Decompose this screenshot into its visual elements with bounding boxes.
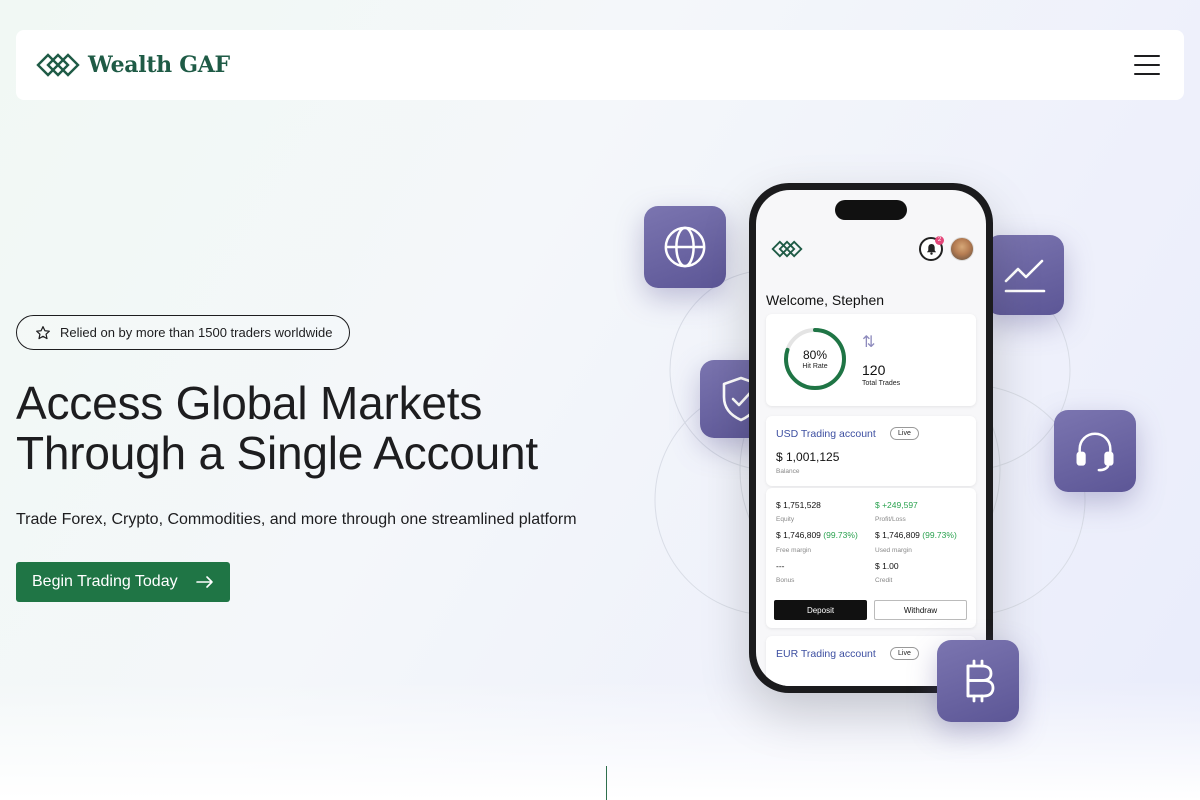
brand-name: Wealth GAF: [88, 52, 230, 78]
arrow-right-icon: [196, 576, 213, 588]
bitcoin-icon: [966, 659, 995, 703]
app-logo-icon: [771, 240, 803, 258]
balance-value: $ 1,001,125: [776, 450, 840, 464]
globe-icon: [664, 226, 706, 268]
usd-account-card[interactable]: USD Trading account Live $ 1,001,125 Bal…: [766, 416, 976, 486]
free-margin-amount: $ 1,746,809: [776, 530, 821, 540]
page-bottom-fade: [0, 680, 1200, 800]
top-navbar: Wealth GAF: [16, 30, 1184, 100]
free-margin-pct: (99.73%): [823, 530, 858, 540]
phone-mockup: 2 Welcome, Stephen 80% Hit Rate ⇅ 120 To…: [749, 183, 993, 693]
equity-label: Equity: [776, 516, 795, 523]
dynamic-island: [835, 200, 907, 220]
begin-trading-button[interactable]: Begin Trading Today: [16, 562, 230, 602]
withdraw-button[interactable]: Withdraw: [874, 600, 967, 620]
hamburger-menu-icon[interactable]: [1134, 55, 1160, 75]
profit-loss-label: Profit/Loss: [875, 516, 906, 523]
usd-live-badge: Live: [890, 427, 919, 440]
globe-tile: [644, 206, 726, 288]
app-header: 2: [771, 234, 974, 264]
total-trades-label: Total Trades: [862, 380, 901, 387]
hit-rate-value: 80%: [802, 348, 828, 362]
credit-value: $ 1.00: [875, 561, 899, 571]
balance-label: Balance: [776, 468, 800, 475]
star-icon: [36, 325, 50, 339]
chart-tile: [986, 235, 1064, 315]
equity-value: $ 1,751,528: [776, 500, 821, 510]
used-margin-pct: (99.73%): [922, 530, 957, 540]
trust-badge-text: Relied on by more than 1500 traders worl…: [60, 325, 333, 340]
account-details-card: $ 1,751,528 Equity $ +249,597 Profit/Los…: [766, 488, 976, 628]
hero-headline: Access Global Markets Through a Single A…: [16, 378, 616, 478]
notification-bell-icon[interactable]: 2: [919, 236, 944, 261]
eur-account-title: EUR Trading account: [776, 648, 876, 660]
used-margin-label: Used margin: [875, 547, 912, 554]
bitcoin-tile: [937, 640, 1019, 722]
welcome-text: Welcome, Stephen: [766, 292, 885, 308]
swap-arrows-icon: ⇅: [862, 334, 876, 351]
scroll-indicator-line: [606, 766, 607, 800]
profit-loss-value: $ +249,597: [875, 500, 918, 510]
hero-subline: Trade Forex, Crypto, Commodities, and mo…: [16, 511, 577, 528]
deposit-button[interactable]: Deposit: [774, 600, 867, 620]
free-margin-label: Free margin: [776, 547, 812, 554]
wealthgaf-logo-icon: [36, 53, 80, 77]
trend-chart-icon: [1004, 259, 1046, 293]
bonus-label: Bonus: [776, 577, 795, 584]
phone-screen: 2 Welcome, Stephen 80% Hit Rate ⇅ 120 To…: [756, 190, 986, 686]
hero-headline-line1: Access Global Markets: [16, 377, 483, 429]
total-trades-value: 120: [862, 362, 886, 378]
begin-trading-label: Begin Trading Today: [32, 573, 178, 590]
free-margin-value: $ 1,746,809 (99.73%): [776, 530, 858, 540]
credit-label: Credit: [875, 577, 893, 584]
bonus-value: ---: [776, 561, 785, 571]
notification-count: 2: [935, 236, 944, 245]
hit-rate-label: Hit Rate: [802, 363, 828, 370]
headset-icon: [1076, 432, 1114, 472]
avatar[interactable]: [950, 237, 974, 261]
usd-account-title: USD Trading account: [776, 428, 876, 440]
used-margin-value: $ 1,746,809 (99.73%): [875, 530, 957, 540]
hero-headline-line2: Through a Single Account: [16, 427, 538, 479]
stats-card: 80% Hit Rate ⇅ 120 Total Trades: [766, 314, 976, 406]
brand-logo[interactable]: Wealth GAF: [36, 51, 230, 79]
used-margin-amount: $ 1,746,809: [875, 530, 920, 540]
support-tile: [1054, 410, 1136, 492]
trust-badge: Relied on by more than 1500 traders worl…: [16, 315, 351, 350]
eur-live-badge: Live: [890, 647, 919, 660]
